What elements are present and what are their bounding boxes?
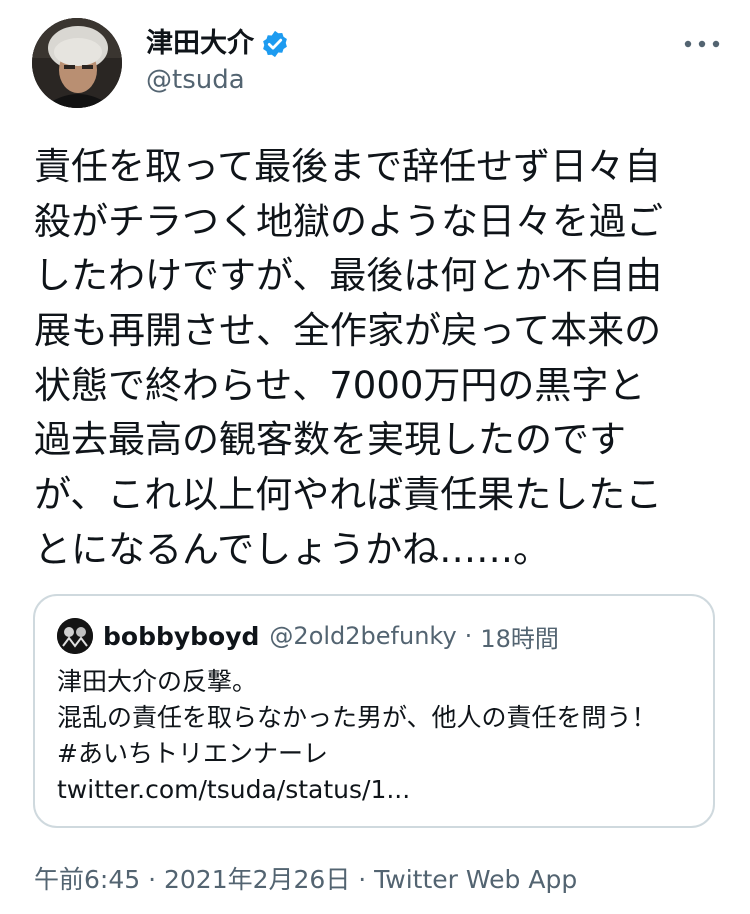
tweet-text-line: 状態で終わらせ、7000万円の黒字と [34,363,646,407]
quoted-tweet-text: 津田大介の反撃。 混乱の責任を取らなかった男が、他人の責任を問う！ #あいちトリ… [57,664,657,808]
time-separator: · [464,622,473,650]
more-horizontal-icon[interactable] [678,28,726,60]
quoted-tweet-time: 18時間 [480,624,559,653]
quoted-text-line: 混乱の責任を取らなかった男が、他人の責任を問う！ [57,703,657,732]
display-name[interactable]: 津田大介 [146,24,254,64]
quoted-author-handle: @2old2befunky [269,622,457,650]
tweet-text-line: 責任を取って最後まで辞任せず日々自 [34,145,662,188]
author-handle[interactable]: @tsuda [146,62,245,98]
tweet-text: 責任を取って最後まで辞任せず日々自 殺がチラつく地獄のような日々を過ご したわけ… [34,140,734,578]
quoted-tweet-card[interactable]: bobbyboyd @2old2befunky · 18時間 津田大介の反撃。 … [33,594,715,828]
quoted-text-line: 津田大介の反撃。 [57,667,258,696]
verified-badge-icon [260,29,290,59]
quoted-tweet-header: bobbyboyd @2old2befunky · 18時間 [57,618,559,654]
tweet-text-line: が、これ以上何やれば責任果たしたこ [34,473,663,517]
tweet-text-line: とになるんでしょうかね……。 [34,527,551,571]
author-avatar[interactable] [32,18,122,108]
tweet-text-line: したわけですが、最後は何とか不自由 [34,254,663,298]
display-name-row: 津田大介 [146,24,290,64]
tweet-text-line: 展も再開させ、全作家が戻って本来の [34,309,662,353]
quoted-text-link: twitter.com/tsuda/status/1... [57,775,411,804]
quoted-author-name: bobbyboyd [103,621,260,651]
tweet-text-line: 過去最高の観客数を実現したのです [34,418,626,462]
tweet-timestamp-source: 午前6:45 · 2021年2月26日 · Twitter Web App [34,865,578,894]
quoted-text-hashtag: #あいちトリエンナーレ [57,739,328,768]
quoted-author-avatar [57,618,93,654]
tweet-text-line: 殺がチラつく地獄のような日々を過ご [34,199,663,243]
